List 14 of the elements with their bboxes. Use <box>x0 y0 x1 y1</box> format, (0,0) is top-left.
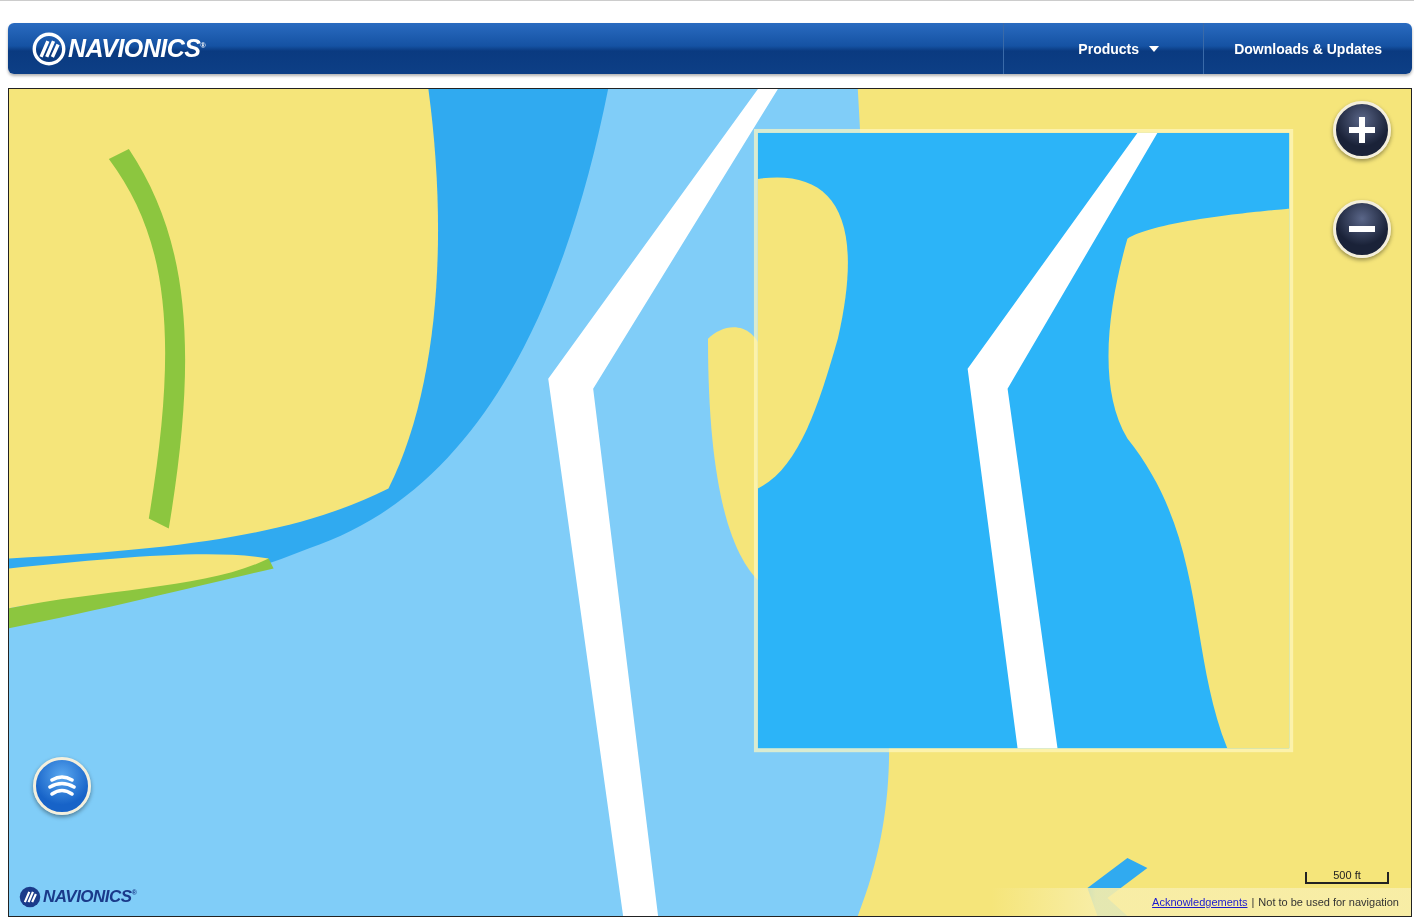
caret-icon <box>1149 45 1160 52</box>
plus-icon <box>1349 117 1375 143</box>
nav-link[interactable]: Products <box>1003 23 1204 74</box>
sonar-icon <box>47 774 77 798</box>
nav-link[interactable]: Downloads & Updates <box>1203 23 1412 74</box>
acknowledgements-link[interactable]: Acknowledgements <box>1152 896 1248 908</box>
logo-icon <box>32 31 66 66</box>
separator: | <box>1251 896 1255 908</box>
minus-icon <box>1349 226 1375 232</box>
logo-text: NAVIONICS$^{®}$ <box>68 34 206 63</box>
navigation-notice: Not to be used for navigation <box>1258 896 1399 908</box>
scale-label: 500 ft <box>1333 869 1361 881</box>
logo-icon <box>19 886 41 908</box>
logo-text: NAVIONICS$^{®}$ <box>43 887 137 907</box>
